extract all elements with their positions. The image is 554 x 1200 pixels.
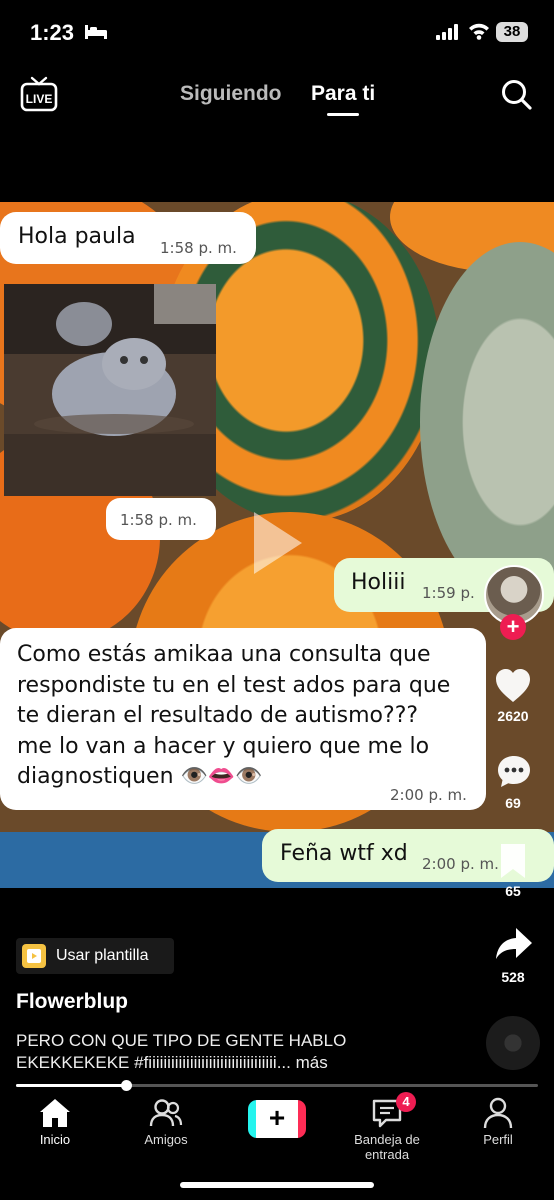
svg-text:LIVE: LIVE bbox=[26, 92, 53, 106]
nav-home-label: Inicio bbox=[39, 1132, 71, 1147]
music-disc-icon[interactable] bbox=[486, 1016, 540, 1070]
chat-message-line: respondiste tu en el test ados para que bbox=[17, 672, 451, 698]
bookmark-icon[interactable] bbox=[497, 842, 529, 880]
video-progress-handle[interactable] bbox=[120, 1080, 132, 1091]
nav-inbox-label: Bandeja de entrada bbox=[354, 1132, 420, 1162]
post-caption[interactable]: PERO CON QUE TIPO DE GENTE HABLO EKEKKEK… bbox=[16, 1030, 456, 1074]
share-arrow-icon[interactable] bbox=[494, 926, 534, 962]
search-icon[interactable] bbox=[500, 78, 532, 110]
chat-message-time: 1:58 p. m. bbox=[120, 511, 197, 529]
chat-message-text: Holiii bbox=[351, 570, 406, 595]
template-icon bbox=[22, 944, 46, 968]
chat-message-line: Como estás amikaa una consulta que bbox=[17, 642, 431, 667]
status-time: 1:23 bbox=[30, 20, 75, 45]
friends-icon bbox=[149, 1099, 183, 1127]
active-tab-indicator bbox=[327, 113, 359, 116]
bookmark-count: 65 bbox=[505, 883, 521, 899]
video-progress-bar[interactable] bbox=[16, 1080, 538, 1091]
chat-message-line: te dieran el resultado de autismo??? bbox=[17, 703, 419, 728]
follow-button[interactable]: + bbox=[500, 614, 526, 640]
chat-message-time: 1:59 p. bbox=[422, 584, 475, 602]
caption-line: PERO CON QUE TIPO DE GENTE HABLO bbox=[16, 1031, 347, 1050]
tab-following[interactable]: Siguiendo bbox=[180, 82, 282, 106]
chat-message-time: 1:58 p. m. bbox=[160, 239, 237, 257]
use-template-label: Usar plantilla bbox=[56, 947, 149, 964]
comment-icon[interactable] bbox=[496, 754, 532, 790]
tab-for-you[interactable]: Para ti bbox=[311, 82, 375, 106]
plus-icon: + bbox=[268, 1102, 286, 1133]
cat-image bbox=[4, 284, 216, 496]
home-indicator[interactable] bbox=[180, 1182, 374, 1188]
chat-message-time: 2:00 p. m. bbox=[390, 786, 467, 804]
battery-indicator: 38 bbox=[496, 22, 528, 42]
chat-message-text: Como estás amikaa una consulta que respo… bbox=[17, 640, 477, 793]
chat-bubble-incoming: Hola paula 1:58 p. m. bbox=[0, 212, 256, 264]
cellular-signal-icon bbox=[436, 24, 458, 40]
sleep-mode-icon bbox=[85, 25, 107, 39]
comment-count: 69 bbox=[505, 795, 521, 811]
nav-friends-label: Amigos bbox=[144, 1132, 188, 1147]
heart-icon[interactable] bbox=[494, 668, 532, 704]
creator-username[interactable]: Flowerblup bbox=[16, 990, 128, 1014]
like-count: 2620 bbox=[497, 708, 529, 724]
chat-message-time: 2:00 p. m. bbox=[422, 855, 499, 873]
profile-icon bbox=[483, 1097, 513, 1129]
home-icon bbox=[40, 1099, 70, 1127]
chat-message-line: me lo van a hacer y quiero que me lo bbox=[17, 733, 430, 759]
nav-profile-label: Perfil bbox=[483, 1132, 513, 1147]
use-template-button[interactable]: Usar plantilla bbox=[16, 938, 174, 974]
wifi-icon bbox=[469, 23, 489, 40]
share-count: 528 bbox=[501, 969, 525, 985]
chat-message-text: Feña wtf xd bbox=[280, 841, 408, 866]
create-button[interactable]: + bbox=[248, 1100, 306, 1138]
chat-bubble-incoming: Como estás amikaa una consulta que respo… bbox=[0, 628, 486, 810]
caption-line: EKEKKEKEKE #fiiiiiiiiiiiiiiiiiiiiiiiiiii… bbox=[16, 1053, 328, 1072]
inbox-notification-badge: 4 bbox=[396, 1092, 416, 1112]
chat-message-text: Hola paula bbox=[18, 224, 136, 249]
play-icon[interactable] bbox=[248, 508, 306, 578]
chat-bubble-incoming: 1:58 p. m. bbox=[106, 498, 216, 540]
video-progress-fill bbox=[16, 1084, 126, 1087]
live-tv-icon[interactable]: LIVE bbox=[20, 76, 58, 112]
